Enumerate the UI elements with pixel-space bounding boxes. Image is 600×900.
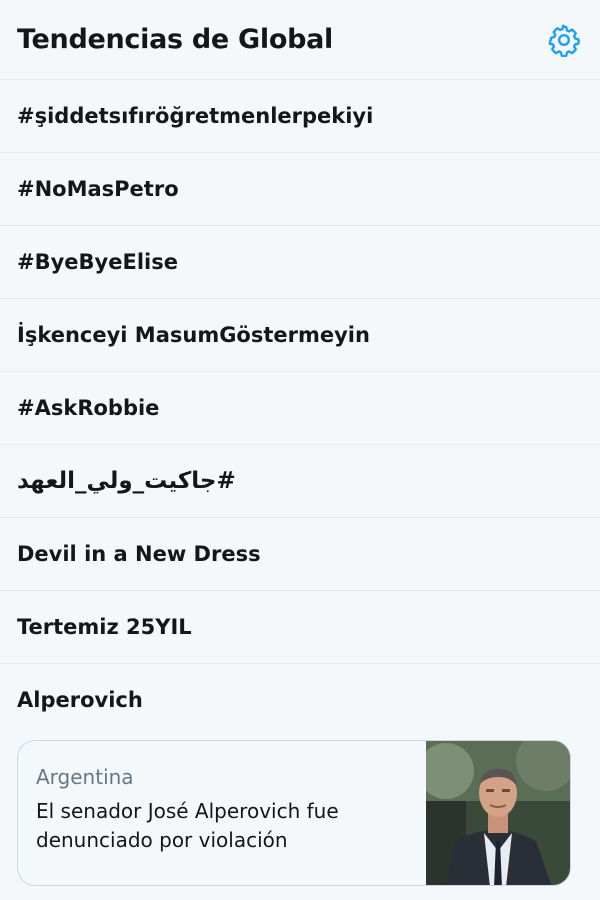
trend-item[interactable]: #AskRobbie — [0, 372, 600, 445]
trend-label: #NoMasPetro — [17, 177, 179, 201]
trend-item[interactable]: Devil in a New Dress — [0, 518, 600, 591]
news-headline: El senador José Alperovich fue denunciad… — [36, 799, 339, 852]
gear-icon[interactable] — [546, 22, 582, 58]
trends-header: Tendencias de Global — [0, 0, 600, 80]
trends-title: Tendencias de Global — [17, 24, 333, 55]
trend-label: #ByeByeElise — [17, 250, 178, 274]
trend-label: İşkenceyi MasumGöstermeyin — [17, 323, 370, 347]
news-card-text: Argentina El senador José Alperovich fue… — [18, 741, 426, 885]
news-card[interactable]: Argentina El senador José Alperovich fue… — [17, 740, 571, 886]
trends-panel: Tendencias de Global #şiddetsıfıröğretme… — [0, 0, 600, 900]
trend-item[interactable]: #NoMasPetro — [0, 153, 600, 226]
trend-item[interactable]: Tertemiz 25YIL — [0, 591, 600, 664]
trend-label: Devil in a New Dress — [17, 542, 261, 566]
trend-item[interactable]: #şiddetsıfıröğretmenlerpekiyi — [0, 80, 600, 153]
news-source: Argentina — [36, 765, 134, 789]
trend-item[interactable]: #جاكيت_ولي_العهد — [0, 445, 600, 518]
trend-label: #جاكيت_ولي_العهد — [17, 468, 236, 494]
news-thumbnail — [418, 741, 570, 885]
trend-label: #şiddetsıfıröğretmenlerpekiyi — [17, 104, 374, 128]
trend-label: Alperovich — [17, 688, 143, 712]
trend-item[interactable]: İşkenceyi MasumGöstermeyin — [0, 299, 600, 372]
trend-item[interactable]: Alperovich — [0, 664, 600, 732]
trend-item[interactable]: #ByeByeElise — [0, 226, 600, 299]
trend-label: #AskRobbie — [17, 396, 160, 420]
trend-label: Tertemiz 25YIL — [17, 615, 192, 639]
